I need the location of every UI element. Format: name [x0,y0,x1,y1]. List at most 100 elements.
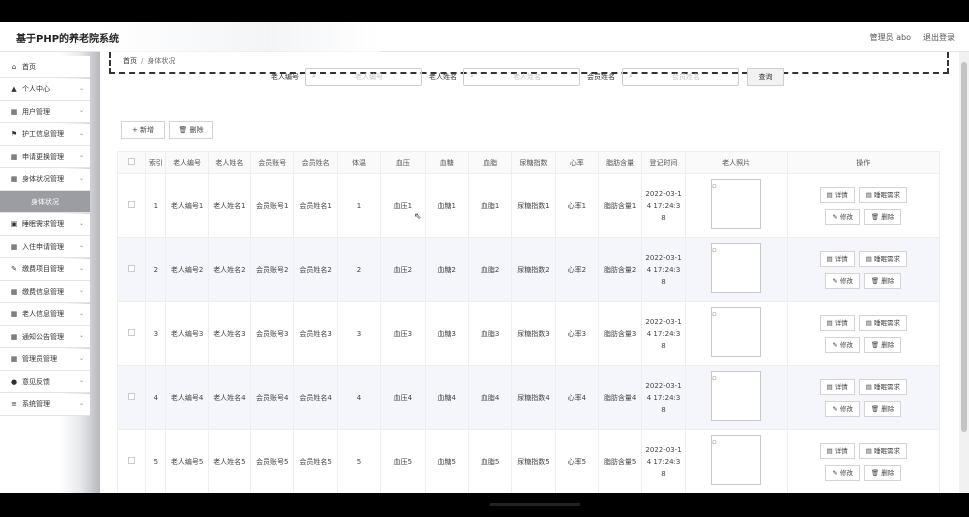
table-cell: 1 [145,173,167,238]
sidebar-item-9[interactable]: ✎ 缴费项目管理 ⌄ [0,258,90,281]
sidebar-item-1[interactable]: ▲ 个人中心 ⌄ [0,78,90,101]
add-button[interactable]: + 新增 [121,121,165,139]
sidebar-item-label: 个人中心 [22,85,50,93]
table-row: 4 老人编号4 老人姓名4 会员账号4 会员姓名4 4 血压4 血糖4 血脂4 尿糖指数4 心率4 脂… [116,365,941,430]
detail-button[interactable]: ▤ 详情 [819,250,855,267]
current-user[interactable]: 管理员 abo [870,32,911,43]
elder-photo: ▫ [711,434,762,485]
delete-button[interactable]: 🗑 删除 [863,272,902,289]
chevron-down-icon: ⌄ [78,174,84,182]
chevron-down-icon: ⌄ [78,377,84,384]
table-cell: 血糖3 [424,301,469,366]
delete-button[interactable]: 🗑 删除 [863,400,902,417]
search-icon: ⌕ [312,72,316,80]
row-select-cell[interactable] [116,173,147,238]
broken-image-icon: ▫ [712,437,717,446]
app-title: 基于PHP的养老院系统 [16,34,120,45]
table-cell: 5 [145,429,167,493]
query-button[interactable]: 查询 [747,68,784,86]
logout-link[interactable]: 退出登录 [923,32,955,43]
page-scrollbar[interactable] [959,52,969,493]
row-checkbox[interactable] [128,264,136,272]
edit-button[interactable]: ✎ 修改 [825,400,860,417]
search-field-elder-no[interactable]: ⌕ [305,68,422,86]
edit-icon: ✎ [832,212,840,221]
edit-button[interactable]: ✎ 修改 [825,336,860,353]
broken-image-icon: ▫ [712,181,717,190]
table-cell: 血脂3 [467,301,513,366]
table-cell: 血脂1 [467,173,513,238]
row-checkbox[interactable] [128,456,136,464]
button-label: 删除 [881,404,895,413]
table-cell: 2022-03-14 17:24:38 [641,173,686,238]
breadcrumb-home[interactable]: 首页 [123,57,137,65]
row-select-cell[interactable] [116,365,147,430]
sidebar-item-5[interactable]: ▦ 身体状况管理 ⌄ [0,168,90,191]
edit-icon: ✎ [832,404,840,413]
table-cell: 老人姓名4 [207,365,252,430]
delete-icon: 🗑 [870,468,882,477]
sidebar-item-10[interactable]: ▦ 缴费信息管理 ⌄ [0,281,90,303]
sidebar-item-3[interactable]: ⚑ 护工信息管理 ⌄ [0,123,90,146]
header-shade [100,22,380,52]
sidebar-item-7[interactable]: ▣ 睡眠需求管理 ⌄ [0,213,90,236]
button-label: 睡眠需求 [874,446,900,455]
row-checkbox[interactable] [128,328,136,336]
row-checkbox[interactable] [128,392,136,400]
column-header: 老人照片 [684,151,788,174]
detail-button[interactable]: ▤ 详情 [819,442,855,459]
sidebar-item-6[interactable]: 身体状况 [0,191,90,213]
table-cell: 血糖1 [424,173,469,238]
member-name-input[interactable] [641,71,731,83]
edit-button[interactable]: ✎ 修改 [825,272,860,289]
sidebar-item-4[interactable]: ▦ 申请更换管理 ⌄ [0,146,90,168]
detail-button[interactable]: ▤ 详情 [819,314,855,331]
detail-icon: ▤ [826,446,835,455]
table-cell: 会员账号2 [250,237,295,302]
table-cell: 血压1 [380,173,426,238]
edit-button[interactable]: ✎ 修改 [825,464,860,481]
sidebar-item-label: 通知公告管理 [22,332,64,341]
elder-photo: ▫ [711,370,762,421]
sidebar-item-12[interactable]: ▦ 通知公告管理 ⌄ [0,326,90,348]
chevron-down-icon: ⌄ [78,242,84,249]
row-select-cell[interactable] [116,301,147,366]
sleep-demand-button[interactable]: ▤ 睡眠需求 [858,250,907,267]
batch-delete-button[interactable]: 🗑 删除 [169,121,213,139]
delete-button[interactable]: 🗑 删除 [863,336,902,353]
menu-icon: ≡ [11,400,17,408]
select-all-checkbox[interactable] [128,158,136,165]
detail-button[interactable]: ▤ 详情 [819,186,855,203]
row-checkbox[interactable] [128,200,136,208]
breadcrumb-separator: / [141,57,144,65]
search-field-member-name[interactable]: ⌕ [622,68,739,86]
delete-button[interactable]: 🗑 删除 [863,208,902,225]
sidebar-item-15[interactable]: ≡ 系统管理 ⌄ [0,393,90,416]
edit-button[interactable]: ✎ 修改 [825,208,860,225]
detail-button[interactable]: ▤ 详情 [819,378,855,395]
sidebar-item-label: 身体状况 [31,197,59,206]
sleep-demand-button[interactable]: ▤ 睡眠需求 [858,186,907,203]
column-header[interactable] [116,151,147,174]
scrollbar-thumb[interactable] [961,62,967,432]
sidebar-item-2[interactable]: ▦ 用户管理 ⌄ [0,101,90,123]
grid-icon: ▦ [10,310,18,318]
sidebar-item-0[interactable]: ⌂ 首页 [0,56,90,78]
sidebar-item-14[interactable]: ● 意见反馈 ⌄ [0,371,90,393]
elder-name-input[interactable] [482,71,572,83]
table-cell: 尿糖指数5 [511,429,556,493]
search-field-elder-name[interactable]: ⌕ [463,68,580,86]
elder-no-input[interactable] [324,71,414,83]
sleep-demand-button[interactable]: ▤ 睡眠需求 [858,314,907,331]
row-select-cell[interactable] [116,429,147,493]
sidebar-item-13[interactable]: ▦ 管理员管理 ⌄ [0,348,90,371]
sleep-demand-button[interactable]: ▤ 睡眠需求 [858,378,907,395]
delete-button[interactable]: 🗑 删除 [863,464,902,481]
photo-cell: ▫ [684,365,788,430]
photo-cell: ▫ [684,301,788,366]
sidebar-item-8[interactable]: ▦ 入住申请管理 ⌄ [0,236,90,258]
button-label: 修改 [839,212,853,221]
sidebar-item-11[interactable]: ▦ 老人信息管理 ⌄ [0,303,90,326]
row-select-cell[interactable] [116,237,147,302]
sleep-demand-button[interactable]: ▤ 睡眠需求 [858,442,907,459]
